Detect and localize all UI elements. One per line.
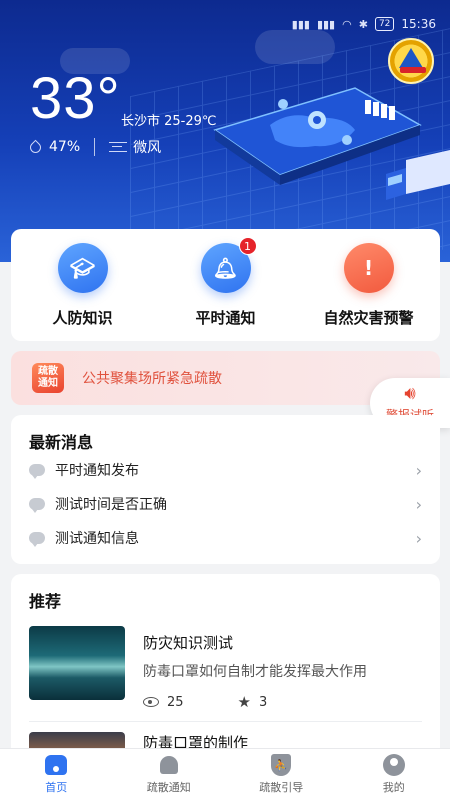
tag-line: 疏散 bbox=[38, 366, 58, 377]
tab-label: 疏散引导 bbox=[259, 781, 304, 794]
bottom-tab-bar: 首页 疏散通知 ⛹ 疏散引导 我的 bbox=[0, 748, 450, 800]
status-bar: ▮▮▮ ▮▮▮ ◠ ✱ 72 15:36 bbox=[150, 14, 436, 34]
message-icon bbox=[29, 464, 45, 479]
eye-icon bbox=[143, 697, 159, 707]
section-title: 推荐 bbox=[29, 592, 62, 611]
news-item-text: 测试通知信息 bbox=[55, 531, 139, 547]
user-icon bbox=[382, 754, 405, 776]
quick-action-label: 人防知识 bbox=[52, 309, 113, 327]
divider bbox=[94, 138, 96, 156]
wind-value: 微风 bbox=[133, 140, 162, 156]
city-temperature-range: 长沙市 25-29℃ bbox=[121, 114, 217, 129]
truck-illustration bbox=[386, 150, 450, 200]
humidity-value: 47% bbox=[49, 139, 81, 155]
star-icon: ★ bbox=[237, 693, 251, 711]
latest-news-card: 最新消息 平时通知发布 › 测试时间是否正确 › 测试通知信息 › bbox=[11, 415, 440, 564]
news-item-text: 平时通知发布 bbox=[55, 463, 139, 479]
running-shield-icon: ⛹ bbox=[271, 754, 292, 776]
temperature: 33° bbox=[30, 66, 121, 131]
alert-text: 公共聚集场所紧急疏散 bbox=[82, 371, 222, 387]
view-count: 25 bbox=[167, 694, 184, 710]
clock: 15:36 bbox=[401, 17, 436, 31]
news-item[interactable]: 平时通知发布 › bbox=[29, 453, 422, 487]
quick-action-label: 自然灾害预警 bbox=[323, 309, 414, 327]
home-icon bbox=[45, 755, 68, 775]
news-item[interactable]: 测试时间是否正确 › bbox=[29, 487, 422, 521]
signal-icon: ▮▮▮ bbox=[316, 17, 336, 31]
message-icon bbox=[29, 498, 45, 513]
weather-header: ▮▮▮ ▮▮▮ ◠ ✱ 72 15:36 33° 长沙市 25-29℃ 47% … bbox=[0, 0, 450, 262]
tab-evacuation-guide[interactable]: ⛹ 疏散引导 bbox=[225, 749, 338, 800]
routine-notice-button[interactable]: 🔔︎ 1 平时通知 bbox=[161, 237, 291, 328]
notification-badge: 1 bbox=[238, 237, 257, 255]
article-title: 防灾知识测试 bbox=[143, 634, 234, 652]
article-thumbnail bbox=[29, 626, 125, 700]
tag-line: 通知 bbox=[38, 378, 58, 389]
evacuation-tag: 疏散 通知 bbox=[32, 363, 64, 393]
quick-action-label: 平时通知 bbox=[195, 309, 256, 327]
divider bbox=[29, 721, 422, 722]
news-item[interactable]: 测试通知信息 › bbox=[29, 521, 422, 555]
civil-defense-knowledge-button[interactable]: 🎓︎ 人防知识 bbox=[18, 243, 148, 328]
signal-icon: ▮▮▮ bbox=[291, 17, 310, 31]
message-icon bbox=[29, 532, 45, 547]
article-description: 防毒口罩如何自制才能发挥最大作用 bbox=[143, 664, 367, 680]
civil-defense-emblem-icon bbox=[388, 38, 434, 84]
bluetooth-icon: ✱ bbox=[358, 17, 368, 31]
battery-icon: 72 bbox=[374, 17, 395, 31]
quick-actions: 🎓︎ 人防知识 🔔︎ 1 平时通知 ! 自然灾害预警 bbox=[11, 229, 440, 341]
chevron-right-icon: › bbox=[415, 494, 422, 514]
speaker-icon: 🔊︎ bbox=[404, 382, 416, 404]
disaster-warning-button[interactable]: ! 自然灾害预警 bbox=[304, 243, 434, 328]
tab-mine[interactable]: 我的 bbox=[338, 749, 450, 800]
bell-icon bbox=[159, 756, 178, 774]
wifi-icon: ◠ bbox=[342, 17, 352, 31]
chevron-right-icon: › bbox=[415, 460, 422, 480]
warning-icon: ! bbox=[343, 243, 394, 293]
tab-label: 疏散通知 bbox=[146, 781, 191, 794]
tab-label: 首页 bbox=[45, 781, 68, 794]
section-title: 最新消息 bbox=[29, 433, 94, 452]
recommend-item[interactable]: 防灾知识测试 防毒口罩如何自制才能发挥最大作用 25 ★ 3 bbox=[29, 626, 422, 711]
tab-evacuation-notice[interactable]: 疏散通知 bbox=[113, 749, 226, 800]
graduation-cap-icon: 🎓︎ bbox=[57, 243, 108, 293]
tab-label: 我的 bbox=[382, 781, 405, 794]
wind-icon bbox=[109, 142, 128, 152]
article-meta: 25 ★ 3 bbox=[143, 693, 422, 711]
humidity-wind-row: 47% 微风 bbox=[27, 137, 162, 157]
star-count: 3 bbox=[259, 694, 268, 710]
news-item-text: 测试时间是否正确 bbox=[55, 497, 167, 513]
tab-home[interactable]: 首页 bbox=[0, 749, 113, 800]
chevron-right-icon: › bbox=[415, 528, 422, 548]
humidity-icon bbox=[27, 139, 44, 155]
